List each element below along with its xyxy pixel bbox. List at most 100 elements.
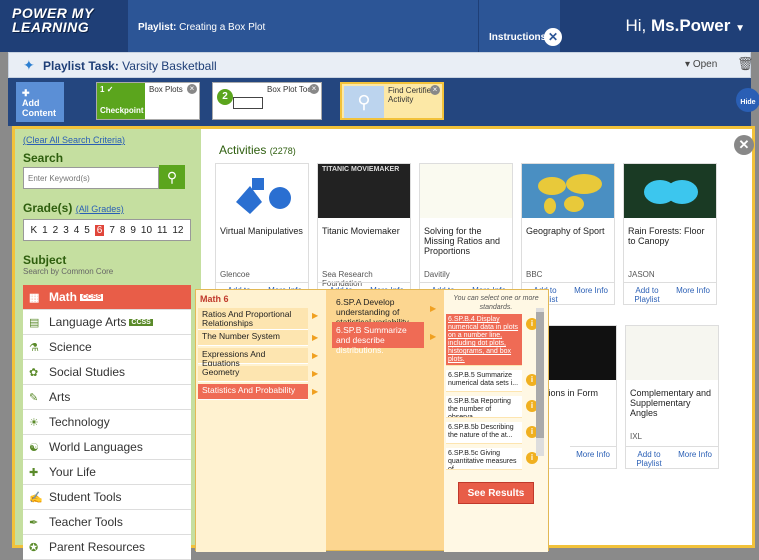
card-number: 2 xyxy=(217,89,233,105)
grade-option[interactable]: 12 xyxy=(172,225,183,236)
subject-item[interactable]: ☯World Languages▶ xyxy=(23,435,202,460)
domain-item[interactable]: The Number System ▶ xyxy=(198,330,318,346)
activity-card[interactable]: Virtual ManipulativesGlencoeAdd to Playl… xyxy=(215,163,309,305)
grade-option[interactable]: 2 xyxy=(53,225,59,236)
standard-item[interactable]: 6.SP.B.5a Reporting the number of observ… xyxy=(446,396,522,418)
grade-selector: K 1 2 3 4 5 6 7 8 9 10 11 12 xyxy=(23,219,191,241)
domain-item[interactable]: Ratios And Proportional Relationships ▶ xyxy=(198,308,318,330)
subject-item[interactable]: ✍Student Tools▶ xyxy=(23,485,202,510)
activity-name: Rain Forests: Floor to Canopy xyxy=(628,226,705,246)
grade-option[interactable]: 8 xyxy=(120,225,126,236)
activity-publisher: IXL xyxy=(630,432,643,441)
trash-icon[interactable]: 🗑 xyxy=(737,56,754,72)
search-button[interactable]: ⚲ xyxy=(159,165,185,189)
open-label: Open xyxy=(692,59,718,70)
playlist-card-box-plots[interactable]: 1 ✓ Checkpoint Box Plots × xyxy=(96,82,200,120)
hide-button[interactable]: Hide xyxy=(736,88,759,112)
task-title: Playlist Task: Varsity Basketball xyxy=(43,59,217,73)
subject-item[interactable]: ✚Your Life▶ xyxy=(23,460,202,485)
remove-icon[interactable]: × xyxy=(430,85,440,95)
grade-option[interactable]: K xyxy=(30,225,37,236)
chevron-down-icon: ▼ xyxy=(735,23,745,34)
add-content-label: Add Content xyxy=(22,98,56,118)
more-info-button[interactable]: More Info xyxy=(670,282,716,304)
remove-icon[interactable]: × xyxy=(187,84,197,94)
subject-item[interactable]: ✪Parent Resources▶ xyxy=(23,535,202,560)
activity-publisher: JASON xyxy=(628,270,655,279)
subject-item[interactable]: ▦MathCCSS▶ xyxy=(23,285,202,310)
close-playlist-icon[interactable]: ✕ xyxy=(544,28,562,46)
cluster-item[interactable]: 6.SP.B Summarize and describe distributi… xyxy=(332,322,424,355)
grade-option[interactable]: 9 xyxy=(130,225,136,236)
subject-item[interactable]: ☀Technology▶ xyxy=(23,410,202,435)
activity-card[interactable]: TITANIC MOVIEMAKER Titanic Moviemaker Sea … xyxy=(317,163,411,305)
standard-label: 6.SP.B.5a Reporting the number of observ… xyxy=(448,398,511,418)
add-to-playlist-button[interactable]: Add to Playlist xyxy=(624,282,670,304)
grade-option[interactable]: 1 xyxy=(42,225,48,236)
search-input[interactable] xyxy=(23,167,159,189)
domain-label: Ratios And Proportional Relationships xyxy=(202,309,292,328)
more-info-button[interactable]: More Info xyxy=(568,282,614,304)
more-info-button[interactable]: More Info xyxy=(570,446,616,468)
chevron-right-icon: ▶ xyxy=(430,332,437,341)
activity-name: Complementary and Supplementary Angles xyxy=(630,388,712,418)
subject-icon: ⚗ xyxy=(29,341,39,354)
activity-card[interactable]: Complementary and Supplementary Angles I… xyxy=(625,325,719,469)
grade-option[interactable]: 5 xyxy=(84,225,90,236)
grade-option[interactable]: 6 xyxy=(94,224,105,236)
subject-item[interactable]: ✒Teacher Tools▶ xyxy=(23,510,202,535)
grade-option[interactable]: 3 xyxy=(63,225,69,236)
search-heading: Search xyxy=(23,151,64,165)
close-panel-icon[interactable]: ✕ xyxy=(734,135,754,155)
add-to-playlist-button[interactable]: Add to Playlist xyxy=(626,446,672,468)
domain-item[interactable]: Expressions And Equations ▶ xyxy=(198,348,318,368)
activity-publisher: Glencoe xyxy=(220,270,250,279)
add-content-button[interactable]: ✚ Add Content xyxy=(16,82,64,122)
checkpoint-badge: 1 ✓ Checkpoint xyxy=(97,83,145,119)
remove-icon[interactable]: × xyxy=(309,84,319,94)
domain-item[interactable]: Geometry ▶ xyxy=(198,366,318,382)
standard-item[interactable]: 6.SP.B.4 Display numerical data in plots… xyxy=(446,314,522,366)
chevron-right-icon: ▶ xyxy=(312,333,319,342)
subject-label: Math xyxy=(49,290,77,304)
grade-option[interactable]: 10 xyxy=(141,225,152,236)
task-name: Varsity Basketball xyxy=(122,59,217,73)
cluster-item[interactable]: 6.SP.A Develop understanding of statisti… xyxy=(332,294,424,327)
activity-card[interactable]: Solving for the Missing Ratios and Propo… xyxy=(419,163,513,305)
activity-thumbnail xyxy=(522,164,614,218)
all-grades-link[interactable]: (All Grades) xyxy=(76,204,124,214)
standard-item[interactable]: 6.SP.B.5 Summarize numerical data sets i… xyxy=(446,370,522,392)
clear-criteria-link[interactable]: (Clear All Search Criteria) xyxy=(23,135,125,145)
activities-label: Activities xyxy=(219,143,267,157)
playlist-card-find-activity[interactable]: ⚲ Find Certified Activity × xyxy=(340,82,444,120)
ccss-badge: CCSS xyxy=(129,318,153,326)
subject-item[interactable]: ✿Social Studies▶ xyxy=(23,360,202,385)
task-bar: ✦ Playlist Task: Varsity Basketball ▾ Op… xyxy=(8,52,754,78)
activity-card[interactable]: Geography of SportBBCAdd to PlaylistMore… xyxy=(521,163,615,305)
grade-option[interactable]: 7 xyxy=(109,225,115,236)
standard-label: 6.SP.B.4 Display numerical data in plots… xyxy=(448,316,519,363)
grade-option[interactable]: 11 xyxy=(157,225,167,236)
chevron-right-icon: ▶ xyxy=(312,387,319,396)
logo[interactable]: POWER MY LEARNING xyxy=(12,6,94,34)
open-toggle[interactable]: ▾ Open xyxy=(685,57,729,73)
subject-item[interactable]: ✎Arts▶ xyxy=(23,385,202,410)
standard-item[interactable]: 6.SP.B.5b Describing the nature of the a… xyxy=(446,422,522,444)
subject-item[interactable]: ▤Language ArtsCCSS▶ xyxy=(23,310,202,335)
cluster-label: 6.SP.B Summarize and describe distributi… xyxy=(336,325,407,355)
subject-label: World Languages xyxy=(49,440,143,454)
plus-icon: ✚ xyxy=(22,88,30,98)
more-info-button[interactable]: More Info xyxy=(672,446,718,468)
playlist-card-box-plot-tool[interactable]: 2 Box Plot Tool × xyxy=(212,82,322,120)
playlist-strip: ✚ Add Content 1 ✓ Checkpoint Box Plots × 2… xyxy=(8,78,759,126)
domain-item[interactable]: Statistics And Probability ▶ xyxy=(198,384,318,400)
subject-item[interactable]: ⚗Science▶ xyxy=(23,335,202,360)
grade-option[interactable]: 4 xyxy=(74,225,80,236)
see-results-button[interactable]: See Results xyxy=(458,482,534,504)
user-menu[interactable]: Hi, Ms.Power ▼ xyxy=(625,16,745,36)
activity-card[interactable]: Rain Forests: Floor to Canopy JASON Add to… xyxy=(623,163,717,305)
scrollbar[interactable] xyxy=(536,308,544,456)
standard-label: 6.SP.B.5b Describing the nature of the a… xyxy=(448,424,514,439)
card-title: Box Plot Tool xyxy=(267,85,314,94)
standard-item[interactable]: 6.SP.B.5c Giving quantitative measures o… xyxy=(446,448,522,470)
